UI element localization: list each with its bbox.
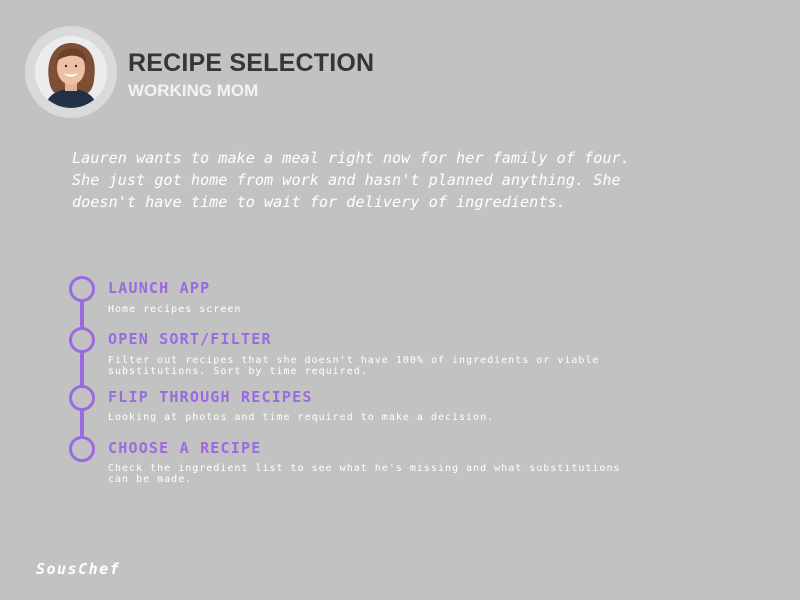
timeline-circle-icon — [69, 436, 95, 462]
step-4-description: Check the ingredient list to see what he… — [108, 463, 621, 485]
timeline-circle-icon — [69, 327, 95, 353]
step-3-description: Looking at photos and time required to m… — [108, 412, 495, 423]
page-title: RECIPE SELECTION — [128, 49, 375, 77]
scenario-text: Lauren wants to make a meal right now fo… — [72, 149, 630, 211]
persona-photo — [35, 36, 107, 108]
page-subtitle: WORKING MOM — [128, 81, 259, 100]
step-2-title: OPEN SORT/FILTER — [108, 330, 272, 348]
step-1-title: LAUNCH APP — [108, 279, 211, 297]
step-4-title: CHOOSE A RECIPE — [108, 439, 262, 457]
brand-logo: SousChef — [36, 560, 121, 578]
step-2-description: Filter out recipes that she doesn't have… — [108, 355, 600, 377]
step-1-description: Home recipes screen — [108, 304, 242, 315]
timeline-line — [80, 286, 84, 448]
avatar-ring — [25, 26, 117, 118]
avatar — [35, 36, 107, 108]
timeline-circle-icon — [69, 276, 95, 302]
step-3-title: FLIP THROUGH RECIPES — [108, 388, 313, 406]
timeline-circle-icon — [69, 385, 95, 411]
